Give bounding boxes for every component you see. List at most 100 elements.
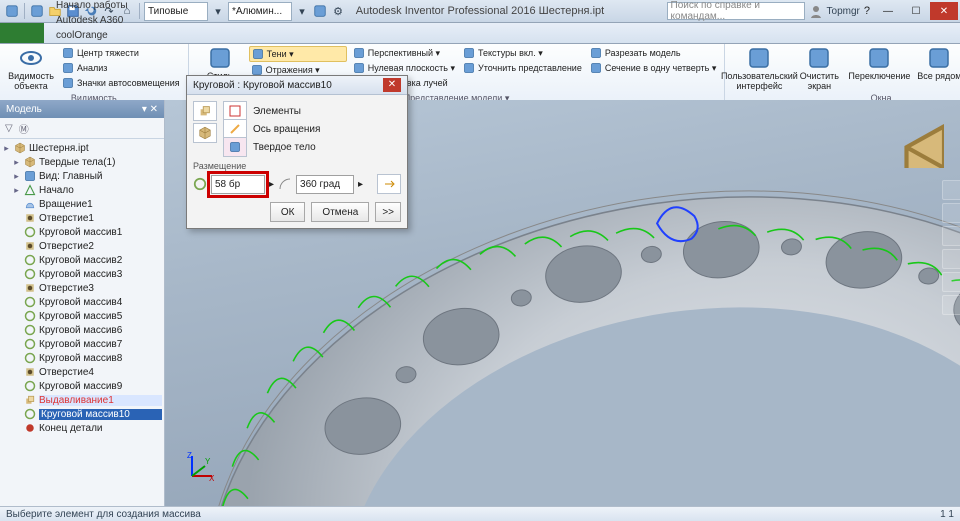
orbit-icon[interactable] [942, 272, 960, 292]
tree-item[interactable]: Конец детали [2, 421, 162, 435]
dialog-titlebar[interactable]: Круговой : Круговой массив10 ✕ [187, 76, 407, 95]
ribbon-tab[interactable]: coolOrange [48, 28, 136, 43]
minimize-button[interactable]: — [874, 2, 902, 20]
count-field[interactable]: 58 бр [211, 175, 265, 194]
tree-item[interactable]: Круговой массив7 [2, 337, 162, 351]
angle-field[interactable]: 360 град [296, 175, 354, 194]
select-solid-row[interactable]: Твердое тело [223, 139, 401, 155]
search-input[interactable]: Поиск по справке и командам... [667, 2, 805, 20]
zoom-icon[interactable] [942, 249, 960, 269]
view-cube[interactable] [894, 118, 944, 168]
select-elements-icon[interactable] [223, 101, 247, 121]
ribbon-button[interactable]: Нулевая плоскость ▾ [351, 61, 457, 75]
pan-icon[interactable] [942, 226, 960, 246]
filter-icon[interactable]: ▽ [5, 123, 13, 134]
select-elements-row[interactable]: Элементы [223, 103, 401, 119]
file-tab[interactable] [0, 23, 44, 43]
ribbon-button[interactable]: Тени ▾ [249, 46, 347, 62]
username[interactable]: Topmgr [827, 6, 860, 17]
color-icon[interactable] [312, 3, 328, 19]
status-message: Выберите элемент для создания массива [6, 509, 201, 520]
window-controls: — ☐ ✕ [874, 2, 958, 20]
svg-text:Y: Y [205, 457, 211, 466]
ribbon-button[interactable]: Aнализ [60, 61, 182, 75]
ribbon-group: Видимость объекта Центр тяжестиAнализЗнач… [0, 44, 189, 102]
user-icon[interactable] [809, 4, 823, 18]
collapse-icon[interactable]: ▾ ✕ [142, 104, 158, 115]
tree-item[interactable]: ▸Вид: Главный [2, 169, 162, 183]
dialog-title: Круговой : Круговой массив10 [193, 80, 332, 91]
count-more-icon[interactable]: ▸ [269, 179, 274, 190]
ok-button[interactable]: ОК [270, 202, 306, 222]
axis-triad: Z X Y [187, 451, 217, 481]
circular-pattern-dialog: Круговой : Круговой массив10 ✕ Элементы … [186, 75, 408, 229]
ribbon-button[interactable]: Сечение в одну четверть ▾ [588, 61, 719, 75]
tree-item[interactable]: Круговой массив10 [2, 407, 162, 421]
tree-item[interactable]: Круговой массив5 [2, 309, 162, 323]
tree-item[interactable]: Отверстие2 [2, 239, 162, 253]
tree-item[interactable]: ▸Твердые тела(1) [2, 155, 162, 169]
select-axis-icon[interactable] [223, 119, 247, 139]
material-appearance-field[interactable]: *Алюмин... [228, 2, 292, 21]
more-button[interactable]: >> [375, 202, 401, 222]
ribbon-tab[interactable]: Autodesk A360 [48, 13, 136, 28]
dropdown-icon[interactable]: ▾ [294, 3, 310, 19]
close-button[interactable]: ✕ [930, 2, 958, 20]
tree-item[interactable]: Вращение1 [2, 197, 162, 211]
material-typical-field[interactable]: Типовые [144, 2, 208, 21]
help-icon[interactable]: ? [864, 5, 870, 17]
angle-icon [278, 177, 292, 191]
navigation-bar [942, 180, 960, 315]
settings-icon[interactable]: ⚙ [330, 3, 346, 19]
titlebar: ↷ ⌂ Типовые ▾ *Алюмин... ▾ ⚙ Autodesk In… [0, 0, 960, 23]
filter-icon[interactable]: Ⓜ [19, 121, 29, 136]
ribbon-button[interactable]: Значки автосовмещения [60, 76, 182, 90]
ribbon-button[interactable]: Центр тяжести [60, 46, 182, 60]
tree-item[interactable]: ▸Начало [2, 183, 162, 197]
home-view-icon[interactable] [942, 180, 960, 200]
ribbon-button[interactable]: Уточнить представление [461, 61, 584, 75]
tree-root[interactable]: ▸ Шестерня.ipt [2, 141, 162, 155]
tree-item[interactable]: Круговой массив8 [2, 351, 162, 365]
tree-item[interactable]: Круговой массив3 [2, 267, 162, 281]
ribbon-button[interactable]: Разрезать модель [588, 46, 719, 60]
browser-filter-bar[interactable]: ▽ Ⓜ [0, 118, 164, 139]
svg-text:X: X [209, 474, 215, 481]
dialog-close-button[interactable]: ✕ [383, 78, 401, 92]
ribbon-big-button[interactable]: Видимость объекта [6, 46, 56, 92]
tree-item[interactable]: Выдавливание1 [2, 393, 162, 407]
statusbar: Выберите элемент для создания массива 1 … [0, 506, 960, 521]
tree-item[interactable]: Круговой массив6 [2, 323, 162, 337]
angle-more-icon[interactable]: ▸ [358, 179, 363, 190]
status-right: 1 1 [940, 509, 954, 520]
app-menu-icon[interactable] [4, 3, 20, 19]
placement-label: Размещение [193, 161, 401, 171]
cancel-button[interactable]: Отмена [311, 202, 369, 222]
ribbon-big-button[interactable]: Все рядом [911, 46, 960, 82]
tree-item[interactable]: Круговой массив4 [2, 295, 162, 309]
dropdown-icon[interactable]: ▾ [210, 3, 226, 19]
wheel-icon[interactable] [942, 203, 960, 223]
new-icon[interactable] [29, 3, 45, 19]
select-solid-icon[interactable] [223, 137, 247, 157]
tree-item[interactable]: Отверстие3 [2, 281, 162, 295]
tree-item[interactable]: Круговой массив1 [2, 225, 162, 239]
tree-item[interactable]: Отверстие4 [2, 365, 162, 379]
tree-item[interactable]: Круговой массив2 [2, 253, 162, 267]
ribbon-tab[interactable]: Начало работы [48, 0, 136, 13]
ribbon-big-button[interactable]: Очистить экран [791, 46, 847, 92]
ribbon-button[interactable]: Текстуры вкл. ▾ [461, 46, 584, 60]
flip-icon[interactable] [377, 174, 401, 194]
ribbon-button[interactable]: Перспективный ▾ [351, 46, 457, 60]
tree-item[interactable]: Круговой массив9 [2, 379, 162, 393]
mode-body-icon[interactable] [193, 123, 217, 143]
svg-text:Z: Z [187, 451, 192, 460]
ribbon-big-button[interactable]: Переключение [851, 46, 907, 82]
mode-feature-icon[interactable] [193, 101, 217, 121]
maximize-button[interactable]: ☐ [902, 2, 930, 20]
look-at-icon[interactable] [942, 295, 960, 315]
ribbon: Видимость объекта Центр тяжестиAнализЗнач… [0, 44, 960, 103]
ribbon-big-button[interactable]: Пользовательский интерфейс [731, 46, 787, 92]
tree-item[interactable]: Отверстие1 [2, 211, 162, 225]
select-axis-row[interactable]: Ось вращения [223, 121, 401, 137]
